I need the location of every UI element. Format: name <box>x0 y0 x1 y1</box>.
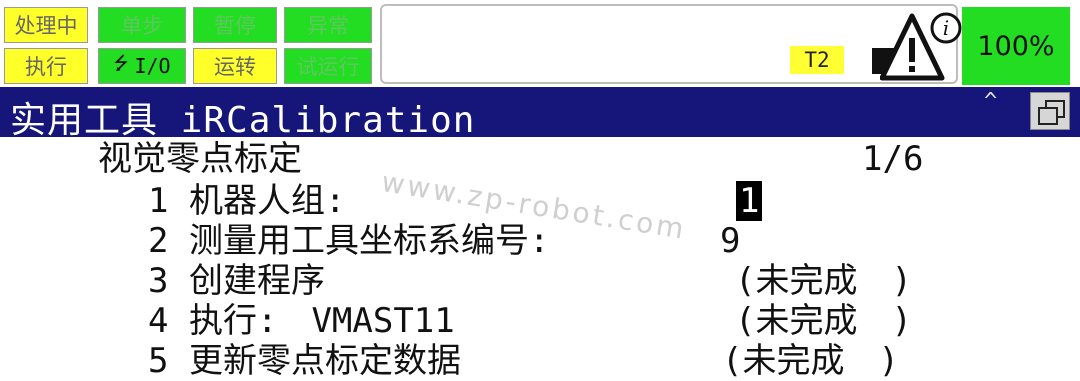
override-display[interactable]: 100% <box>962 7 1070 85</box>
run-label: 执行 <box>25 55 67 79</box>
item-label: 更新零点标定数据 <box>188 341 461 381</box>
hold-indicator: 暂停 <box>193 7 277 43</box>
list-item[interactable]: 2 测量用工具坐标系编号: <box>148 221 549 261</box>
title-bar: 实用工具 iRCalibration ^ <box>0 87 1080 141</box>
busy-label: 处理中 <box>14 14 78 38</box>
screen-title: 实用工具 iRCalibration <box>10 100 476 141</box>
status-value: (未完成 ) <box>735 261 912 301</box>
io-indicator: ⭍ I/O <box>98 48 186 84</box>
svg-text:i: i <box>943 16 949 40</box>
page-indicator: 1/6 <box>862 139 924 179</box>
item-number: 4 <box>148 301 169 341</box>
caret-up-icon: ^ <box>984 89 998 114</box>
tcyc-indicator: 试运行 <box>284 48 372 84</box>
item-label: 创建程序 <box>188 261 325 301</box>
busy-indicator: 处理中 <box>4 7 88 43</box>
item-label: 机器人组: <box>188 181 346 221</box>
hold-label: 暂停 <box>214 14 256 38</box>
screen-heading: 视觉零点标定 <box>98 139 302 179</box>
cursor-field[interactable]: 1 <box>736 181 763 221</box>
item-number: 5 <box>148 341 169 381</box>
restore-icon-front <box>1038 107 1058 125</box>
fault-label: 异常 <box>307 14 349 38</box>
io-plug-icon: ⭍ <box>113 53 129 74</box>
fault-indicator: 异常 <box>284 7 372 43</box>
tcyc-label: 试运行 <box>296 55 360 79</box>
step-indicator: 单步 <box>98 7 186 43</box>
list-item[interactable]: 3 创建程序 <box>148 261 325 301</box>
list-item[interactable]: 5 更新零点标定数据 <box>148 341 461 381</box>
status-value: (未完成 ) <box>735 301 912 341</box>
item-label: 测量用工具坐标系编号: <box>188 221 550 261</box>
tool-frame-value[interactable]: 9 <box>720 221 740 261</box>
list-item[interactable]: 4 执行: VMAST11 <box>148 301 455 341</box>
warning-info-icon: i <box>880 12 962 81</box>
prod-indicator: 运转 <box>193 48 277 84</box>
item-number: 2 <box>148 221 169 261</box>
run-indicator: 执行 <box>4 48 88 84</box>
item-label: 执行: VMAST11 <box>188 301 455 341</box>
step-label: 单步 <box>121 14 163 38</box>
list-item[interactable]: 1 机器人组: <box>148 181 345 221</box>
item-number: 1 <box>148 181 169 221</box>
status-bar: 处理中 单步 暂停 异常 执行 ⭍ I/O 运转 试运行 T2 → i 100% <box>0 0 1080 87</box>
io-label: I/O <box>134 54 171 78</box>
robot-group-value[interactable]: 1 <box>736 181 763 221</box>
prod-label: 运转 <box>214 55 256 79</box>
mode-badge: T2 <box>790 46 844 74</box>
screen-content: www.zp-robot.com 视觉零点标定 1/6 1 机器人组: 1 2 … <box>0 137 1080 381</box>
status-value: (未完成 ) <box>722 341 899 381</box>
window-restore-button[interactable] <box>1030 92 1070 130</box>
item-number: 3 <box>148 261 169 301</box>
